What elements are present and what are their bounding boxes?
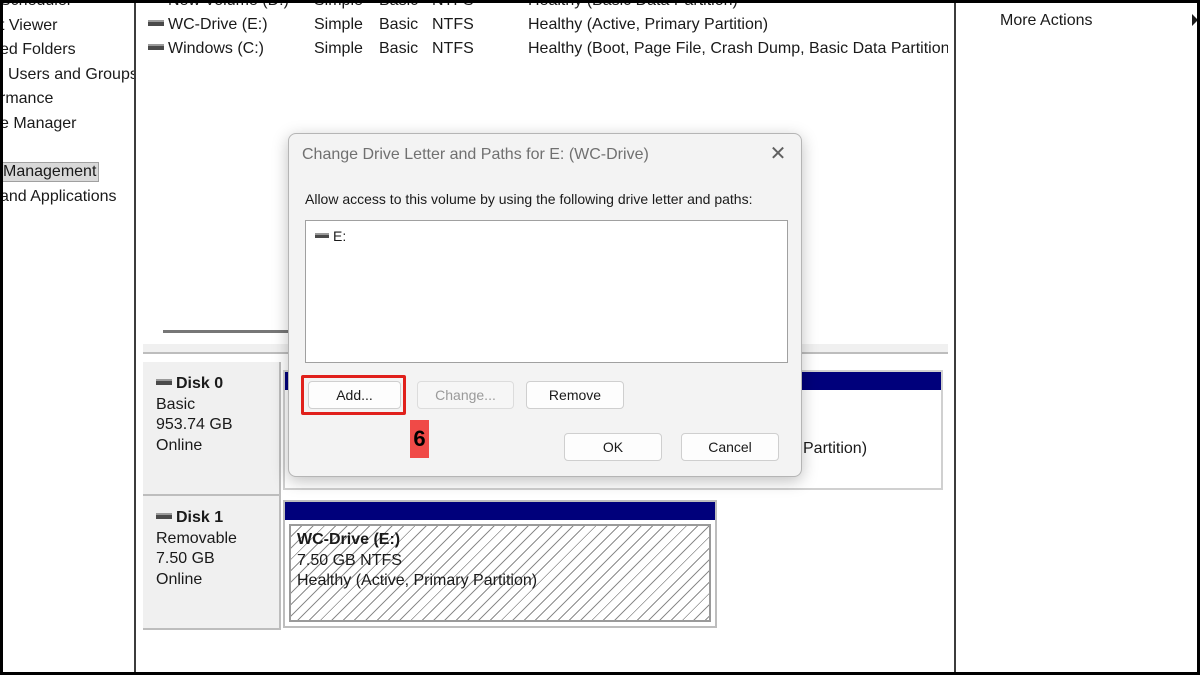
disk-1-label[interactable]: Disk 1 Removable 7.50 GB Online [143, 496, 281, 630]
volume-body: WC-Drive (E:) 7.50 GB NTFS Healthy (Acti… [289, 524, 711, 622]
path-item[interactable]: E: [315, 228, 346, 244]
wc-drive-volume[interactable]: WC-Drive (E:) 7.50 GB NTFS Healthy (Acti… [283, 500, 717, 628]
volume-name: New Volume (D:) [168, 0, 289, 9]
tree-item-device-manager[interactable]: e Manager [0, 115, 77, 133]
drive-icon [148, 0, 164, 2]
volume-size-fs: 7.50 GB NTFS [297, 551, 402, 569]
horizontal-scrollbar[interactable] [163, 330, 303, 333]
disk-icon [156, 378, 172, 385]
volume-row[interactable]: New Volume (D:) Simple Basic NTFS Health… [143, 0, 948, 16]
dialog-title: Change Drive Letter and Paths for E: (WC… [302, 146, 649, 163]
tree-item-services-applications[interactable]: and Applications [0, 188, 117, 206]
volume-layout: Simple [314, 0, 363, 9]
disk-name: Disk 0 [176, 375, 224, 392]
tree-item-task-scheduler[interactable]: Scheduler [0, 0, 72, 10]
close-icon[interactable]: ✕ [767, 143, 789, 165]
volume-fs: NTFS [432, 0, 474, 9]
tree-item-shared-folders[interactable]: ed Folders [0, 41, 76, 59]
volume-row[interactable]: WC-Drive (E:) Simple Basic NTFS Healthy … [143, 16, 948, 40]
step-highlight-box [301, 375, 406, 415]
drive-icon [315, 232, 329, 238]
more-actions-item[interactable]: More Actions [1000, 12, 1092, 30]
path-label: E: [333, 228, 347, 244]
ok-button[interactable]: OK [564, 433, 662, 461]
disk-size: 953.74 GB [156, 416, 233, 433]
volume-bar [285, 502, 715, 520]
volume-type: Basic [379, 0, 419, 9]
volume-layout: Simple [314, 40, 363, 57]
disk-kind: Basic [156, 395, 196, 413]
cancel-button[interactable]: Cancel [681, 433, 779, 461]
disk-0-label[interactable]: Disk 0 Basic 953.74 GB Online [143, 362, 281, 496]
volume-fs: NTFS [432, 40, 474, 57]
tree-item-disk-management[interactable]: Management [0, 162, 100, 182]
volume-name: Windows (C:) [168, 40, 265, 57]
volume-layout: Simple [314, 16, 363, 33]
volume-name: WC-Drive (E:) [168, 16, 268, 33]
disk-state: Online [156, 570, 203, 588]
partition-status: Partition) [803, 440, 868, 457]
volume-type: Basic [379, 16, 419, 33]
volume-status: Healthy (Active, Primary Partition) [528, 16, 769, 33]
disk-name: Disk 1 [176, 509, 224, 526]
volume-fs: NTFS [432, 16, 474, 33]
volume-status: Healthy (Basic Data Partition) [528, 0, 738, 9]
disk-kind: Removable [156, 529, 237, 547]
volume-title: WC-Drive (E:) [297, 531, 401, 548]
disk-icon [156, 512, 172, 519]
change-button[interactable]: Change... [417, 381, 514, 409]
drive-icon [148, 19, 164, 26]
volume-type: Basic [379, 40, 419, 57]
disk-size: 7.50 GB [156, 550, 215, 567]
disk-state: Online [156, 436, 203, 454]
console-tree: Scheduler t Viewer ed Folders l Users an… [0, 0, 136, 675]
step-number-badge: 6 [410, 420, 429, 458]
remove-button[interactable]: Remove [526, 381, 624, 409]
change-drive-letter-dialog: Change Drive Letter and Paths for E: (WC… [288, 133, 802, 477]
dialog-description: Allow access to this volume by using the… [305, 191, 753, 207]
volume-status: Healthy (Active, Primary Partition) [297, 572, 538, 589]
tree-item-performance[interactable]: rmance [0, 90, 53, 108]
volume-row[interactable]: Windows (C:) Simple Basic NTFS Healthy (… [143, 40, 948, 64]
actions-pane: More Actions [954, 0, 1200, 675]
tree-item-event-viewer[interactable]: t Viewer [0, 17, 58, 35]
drive-icon [148, 43, 164, 50]
volume-status: Healthy (Boot, Page File, Crash Dump, Ba… [528, 40, 948, 57]
tree-item-local-users-groups[interactable]: l Users and Groups [0, 66, 134, 84]
paths-listbox[interactable]: E: [305, 220, 788, 363]
submenu-arrow-icon [1192, 14, 1198, 26]
